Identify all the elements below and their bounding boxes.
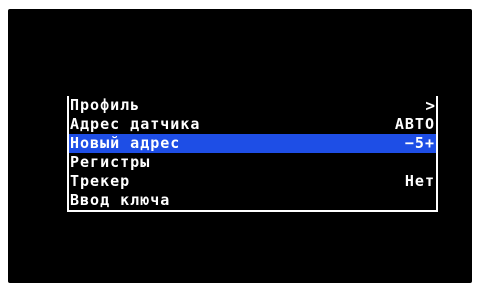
address-stepper[interactable]: −5+ bbox=[405, 134, 436, 153]
device-frame: Профиль > Адрес датчика АВТО Новый адрес… bbox=[0, 0, 479, 291]
menu-item-profile[interactable]: Профиль > bbox=[69, 96, 436, 115]
display-screen: Профиль > Адрес датчика АВТО Новый адрес… bbox=[8, 9, 472, 283]
menu-item-key-input[interactable]: Ввод ключа bbox=[69, 191, 436, 210]
chevron-right-icon: > bbox=[425, 96, 435, 115]
menu-item-label: Адрес датчика bbox=[70, 115, 201, 133]
menu-item-sensor-address[interactable]: Адрес датчика АВТО bbox=[69, 115, 436, 134]
menu-item-tracker[interactable]: Трекер Нет bbox=[69, 172, 436, 191]
menu-item-new-address[interactable]: Новый адрес −5+ bbox=[69, 134, 436, 153]
menu-item-label: Профиль bbox=[70, 96, 141, 114]
menu-item-label: Новый адрес bbox=[70, 134, 181, 152]
menu-item-label: Регистры bbox=[70, 153, 151, 171]
menu-item-registers[interactable]: Регистры bbox=[69, 153, 436, 172]
menu-item-label: Ввод ключа bbox=[70, 191, 171, 209]
menu-item-value: АВТО bbox=[394, 115, 435, 133]
menu-item-value: Нет bbox=[404, 172, 435, 190]
settings-menu: Профиль > Адрес датчика АВТО Новый адрес… bbox=[67, 96, 438, 212]
menu-item-label: Трекер bbox=[70, 172, 131, 190]
